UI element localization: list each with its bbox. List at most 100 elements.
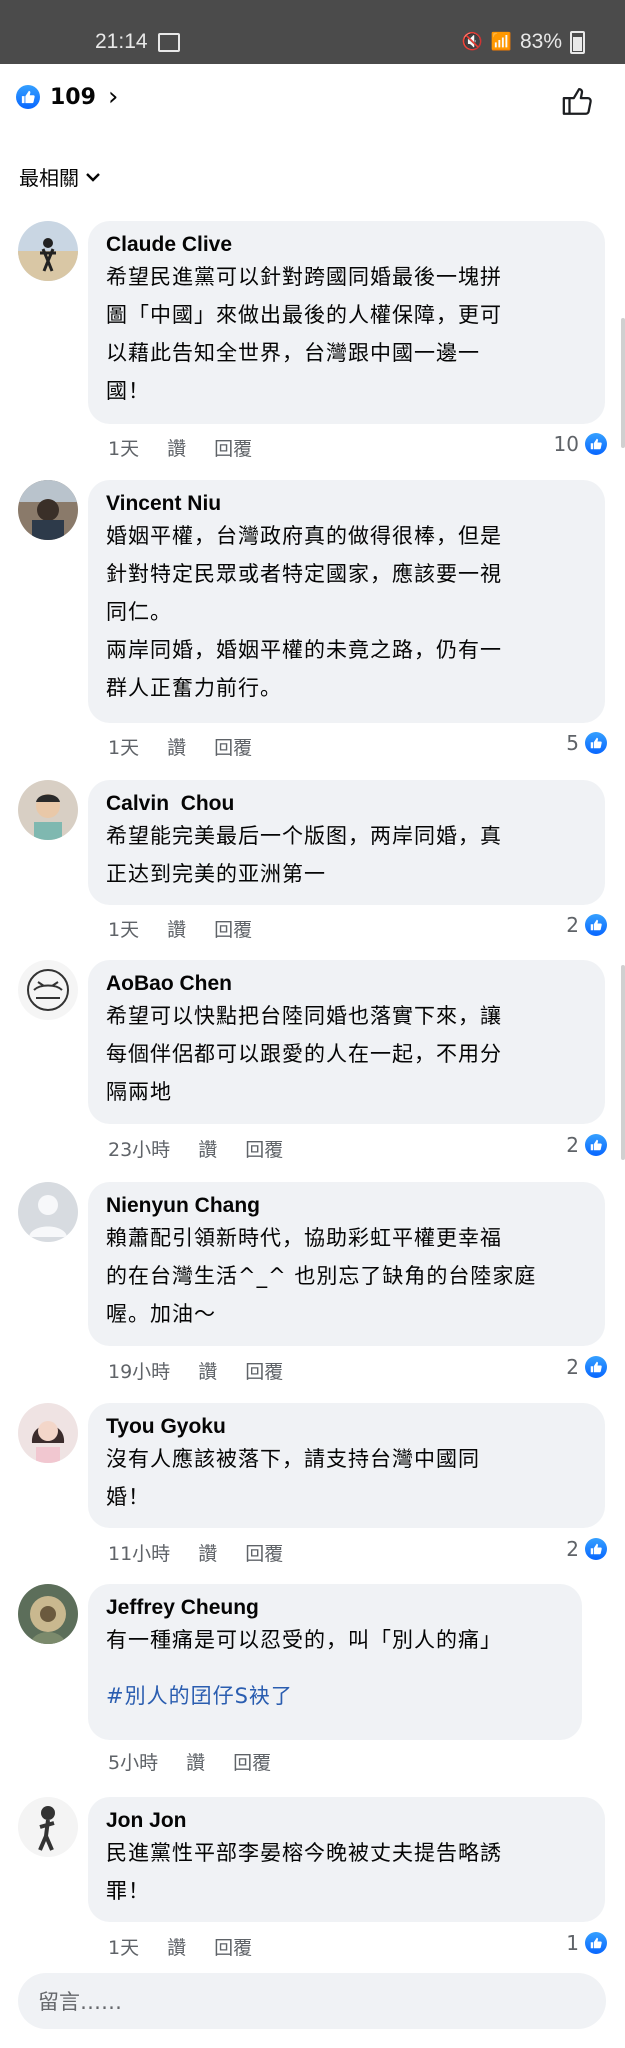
chevron-right-icon: › — [107, 82, 119, 112]
mute-icon: 🔇 — [461, 32, 483, 51]
reply-button[interactable]: 回覆 — [245, 1357, 283, 1384]
commenter-name[interactable]: Jeffrey Cheung — [106, 1595, 564, 1621]
reply-button[interactable]: 回覆 — [245, 1539, 283, 1566]
scrollbar[interactable] — [621, 318, 625, 448]
comment-meta: 11小時 讚 回覆 — [108, 1539, 283, 1566]
comment-text: 婚姻平權，台灣政府真的做得很棒，但是 針對特定民眾或者特定國家，應該要一視 同仁。兩… — [106, 524, 502, 700]
chevron-down-icon — [86, 172, 100, 182]
comment-timestamp[interactable]: 1天 — [108, 1933, 139, 1960]
status-bar: 21:14 🔇 📶 83% — [0, 0, 625, 64]
comment-bubble[interactable]: Tyou Gyoku 沒有人應該被落下，請支持台灣中國同 婚！ — [88, 1403, 605, 1528]
avatar[interactable] — [18, 1182, 78, 1242]
comment-like-count[interactable]: 5 — [566, 731, 607, 755]
comment-bubble[interactable]: Claude Clive 希望民進黨可以針對跨國同婚最後一塊拼 圖「中國」來做出最… — [88, 221, 605, 424]
comment-like-count[interactable]: 2 — [566, 1537, 607, 1561]
comment-bubble[interactable]: Jon Jon 民進黨性平部李晏榕今晚被丈夫提告略誘 罪！ — [88, 1797, 605, 1922]
thumbs-up-outline-icon[interactable] — [561, 84, 595, 122]
reply-button[interactable]: 回覆 — [214, 1933, 252, 1960]
avatar[interactable] — [18, 480, 78, 540]
comment-timestamp[interactable]: 1天 — [108, 434, 139, 461]
like-button[interactable]: 讚 — [198, 1135, 217, 1162]
like-reaction-icon — [585, 732, 607, 754]
like-button[interactable]: 讚 — [198, 1357, 217, 1384]
comment-text: 希望民進黨可以針對跨國同婚最後一塊拼 圖「中國」來做出最後的人權保障，更可 以藉此告… — [106, 265, 502, 403]
comment-meta: 1天 讚 回覆 — [108, 733, 252, 760]
reply-button[interactable]: 回覆 — [245, 1135, 283, 1162]
battery-icon — [570, 30, 585, 54]
like-button[interactable]: 讚 — [167, 733, 186, 760]
reply-button[interactable]: 回覆 — [214, 915, 252, 942]
comment-timestamp[interactable]: 5小時 — [108, 1748, 158, 1775]
comment-item: Vincent Niu 婚姻平權，台灣政府真的做得很棒，但是 針對特定民眾或者特定… — [18, 480, 607, 770]
comment-text: 賴蕭配引領新時代，協助彩虹平權更幸福 的在台灣生活^_^ 也別忘了缺角的台陸家庭喔… — [106, 1226, 537, 1326]
commenter-name[interactable]: Vincent Niu — [106, 491, 587, 517]
like-button[interactable]: 讚 — [198, 1539, 217, 1566]
comment-meta: 19小時 讚 回覆 — [108, 1357, 283, 1384]
comment-item: Jeffrey Cheung 有一種痛是可以忍受的，叫「別人的痛」 #別人的囝仔… — [18, 1584, 607, 1784]
comment-item: Jon Jon 民進黨性平部李晏榕今晚被丈夫提告略誘 罪！ 1天 讚 回覆 1 — [18, 1797, 607, 1960]
comment-item: Calvin Chou 希望能完美最后一个版图，两岸同婚，真 正达到完美的亚洲第一… — [18, 780, 607, 942]
status-icons: 🔇 📶 83% — [462, 30, 585, 54]
comment-meta: 1天 讚 回覆 — [108, 434, 252, 461]
comment-like-count[interactable]: 2 — [566, 1133, 607, 1157]
comment-meta: 23小時 讚 回覆 — [108, 1135, 283, 1162]
hashtag-link[interactable]: #別人的囝仔S袂了 — [106, 1677, 564, 1715]
like-button[interactable]: 讚 — [167, 1933, 186, 1960]
commenter-name[interactable]: Claude Clive — [106, 232, 587, 258]
like-button[interactable]: 讚 — [186, 1748, 205, 1775]
avatar[interactable] — [18, 1797, 78, 1857]
avatar[interactable] — [18, 780, 78, 840]
battery-text: 83% — [519, 30, 562, 53]
status-time: 21:14 — [95, 30, 148, 53]
comment-text: 希望能完美最后一个版图，两岸同婚，真 正达到完美的亚洲第一 — [106, 824, 502, 886]
like-reaction-icon — [585, 1134, 607, 1156]
like-reaction-icon — [585, 1356, 607, 1378]
comment-timestamp[interactable]: 1天 — [108, 733, 139, 760]
comment-item: Nienyun Chang 賴蕭配引領新時代，協助彩虹平權更幸福 的在台灣生活^_… — [18, 1182, 607, 1384]
comment-bubble[interactable]: Vincent Niu 婚姻平權，台灣政府真的做得很棒，但是 針對特定民眾或者特定… — [88, 480, 605, 723]
gallery-icon — [158, 33, 180, 52]
comment-timestamp[interactable]: 23小時 — [108, 1135, 170, 1162]
commenter-name[interactable]: Calvin Chou — [106, 791, 587, 817]
comment-bubble[interactable]: AoBao Chen 希望可以快點把台陸同婚也落實下來，讓 每個伴侶都可以跟愛的人… — [88, 960, 605, 1124]
sort-label: 最相關 — [19, 166, 79, 190]
commenter-name[interactable]: Tyou Gyoku — [106, 1414, 587, 1440]
comment-item: AoBao Chen 希望可以快點把台陸同婚也落實下來，讓 每個伴侶都可以跟愛的人… — [18, 960, 607, 1162]
like-button[interactable]: 讚 — [167, 434, 186, 461]
avatar[interactable] — [18, 1584, 78, 1644]
avatar[interactable] — [18, 1403, 78, 1463]
commenter-name[interactable]: Nienyun Chang — [106, 1193, 587, 1219]
comment-input[interactable]: 留言…… — [18, 1973, 606, 2029]
like-reaction-icon — [585, 914, 607, 936]
like-reaction-icon — [585, 1932, 607, 1954]
comment-timestamp[interactable]: 11小時 — [108, 1539, 170, 1566]
comment-timestamp[interactable]: 1天 — [108, 915, 139, 942]
comment-item: Claude Clive 希望民進黨可以針對跨國同婚最後一塊拼 圖「中國」來做出最… — [18, 221, 607, 471]
comment-bubble[interactable]: Nienyun Chang 賴蕭配引領新時代，協助彩虹平權更幸福 的在台灣生活^_… — [88, 1182, 605, 1346]
wifi-icon: 📶 — [490, 32, 512, 51]
reply-button[interactable]: 回覆 — [214, 733, 252, 760]
reply-button[interactable]: 回覆 — [214, 434, 252, 461]
reply-button[interactable]: 回覆 — [233, 1748, 271, 1775]
comment-like-count[interactable]: 1 — [566, 1931, 607, 1955]
reactions-summary[interactable]: 109 › — [16, 82, 118, 112]
sort-dropdown[interactable]: 最相關 — [19, 162, 101, 191]
like-reaction-icon — [585, 1538, 607, 1560]
comment-meta: 1天 讚 回覆 — [108, 915, 252, 942]
comment-like-count[interactable]: 2 — [566, 1355, 607, 1379]
comment-bubble[interactable]: Calvin Chou 希望能完美最后一个版图，两岸同婚，真 正达到完美的亚洲第一 — [88, 780, 605, 905]
comment-like-count[interactable]: 10 — [554, 432, 607, 456]
avatar[interactable] — [18, 960, 78, 1020]
commenter-name[interactable]: Jon Jon — [106, 1808, 587, 1834]
comment-timestamp[interactable]: 19小時 — [108, 1357, 170, 1384]
comment-meta: 1天 讚 回覆 — [108, 1933, 252, 1960]
like-button[interactable]: 讚 — [167, 915, 186, 942]
comment-text: 沒有人應該被落下，請支持台灣中國同 婚！ — [106, 1447, 480, 1509]
comment-bubble[interactable]: Jeffrey Cheung 有一種痛是可以忍受的，叫「別人的痛」 #別人的囝仔… — [88, 1584, 582, 1740]
scrollbar[interactable] — [621, 965, 625, 1160]
commenter-name[interactable]: AoBao Chen — [106, 971, 587, 997]
comment-like-count[interactable]: 2 — [566, 913, 607, 937]
avatar[interactable] — [18, 221, 78, 281]
comment-text: 有一種痛是可以忍受的，叫「別人的痛」 — [106, 1628, 502, 1652]
comment-item: Tyou Gyoku 沒有人應該被落下，請支持台灣中國同 婚！ 11小時 讚 回覆… — [18, 1403, 607, 1566]
